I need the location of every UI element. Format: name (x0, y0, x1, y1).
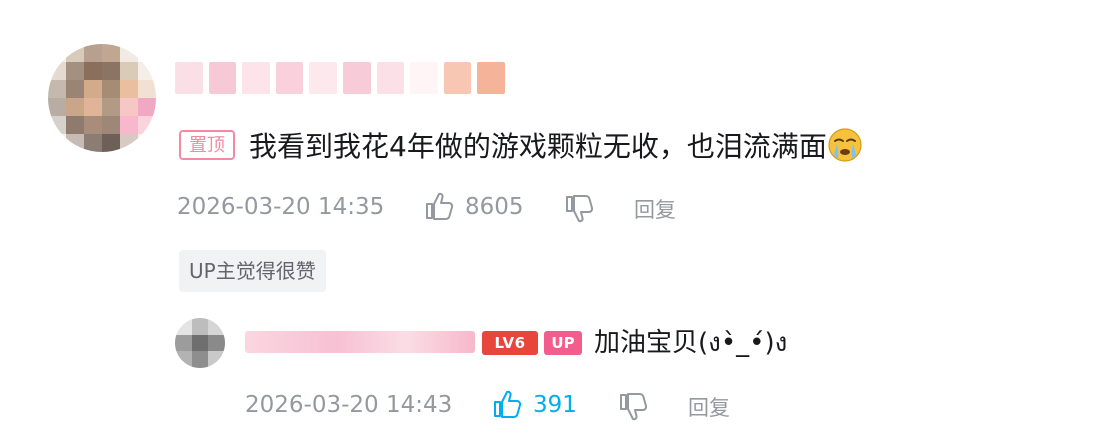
like-count: 8605 (465, 194, 524, 220)
avatar[interactable] (48, 44, 156, 152)
up-liked-tag: UP主觉得很赞 (179, 250, 326, 292)
reply-avatar[interactable] (175, 318, 225, 368)
like-icon[interactable] (424, 191, 456, 221)
comment-text: 我看到我花4年做的游戏颗粒无收，也泪流满面 (249, 127, 863, 167)
dislike-icon[interactable] (618, 392, 650, 422)
reply-text: 加油宝贝(ง•̀_•́)ง (594, 328, 788, 358)
pinned-badge: 置顶 (179, 130, 235, 160)
reply-like-count: 391 (533, 392, 577, 418)
reply-button[interactable]: 回复 (688, 393, 730, 423)
comment-timestamp: 2026-03-20 14:35 (177, 194, 385, 220)
dislike-icon[interactable] (564, 194, 596, 224)
username-blurred[interactable] (175, 62, 505, 94)
comment-body: 我看到我花4年做的游戏颗粒无收，也泪流满面 (249, 130, 827, 163)
level-badge: LV6 (482, 331, 538, 355)
up-badge: UP (544, 331, 582, 355)
reply-timestamp: 2026-03-20 14:43 (245, 392, 453, 418)
like-icon-active[interactable] (492, 389, 524, 419)
reply-button[interactable]: 回复 (634, 195, 676, 225)
crying-face-icon (828, 128, 862, 162)
reply-username-blurred[interactable] (245, 331, 475, 353)
